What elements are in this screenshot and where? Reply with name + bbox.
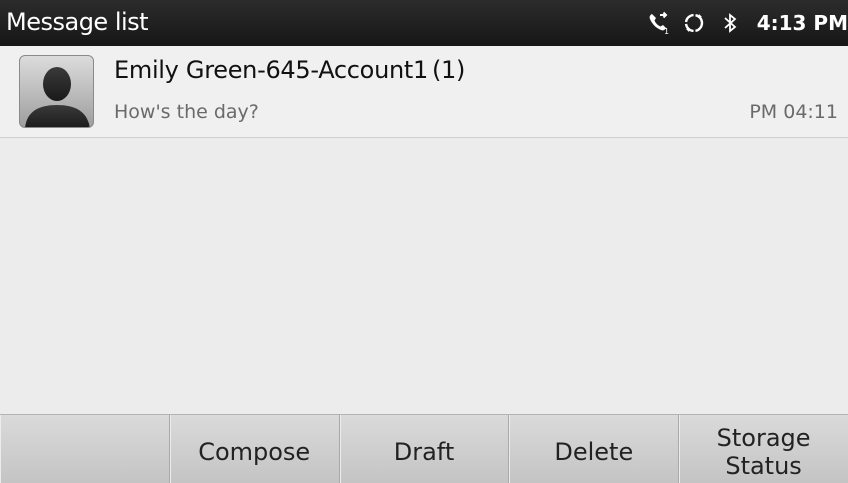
clock: 4:13 PM [756, 11, 848, 35]
message-list: Emily Green-645-Account1 (1) How's the da… [0, 46, 848, 414]
svg-text:1: 1 [664, 27, 669, 35]
bluetooth-icon [717, 10, 743, 36]
sync-icon [681, 10, 707, 36]
softkey-bar: Compose Draft Delete Storage Status [0, 414, 848, 483]
draft-button[interactable]: Draft [340, 415, 510, 483]
message-time: PM 04:11 [749, 101, 838, 123]
avatar [19, 55, 94, 128]
sender-name: Emily Green-645-Account1 [114, 56, 428, 84]
status-icons: 1 4:13 PM [645, 0, 848, 46]
storage-status-label: Storage Status [716, 424, 811, 480]
message-sender: Emily Green-645-Account1 (1) [114, 56, 465, 84]
unread-count: (1) [431, 56, 466, 84]
list-item[interactable]: Emily Green-645-Account1 (1) How's the da… [0, 46, 848, 138]
status-bar: Message list 1 4:13 PM [0, 0, 848, 46]
softkey-empty[interactable] [0, 415, 170, 483]
compose-button[interactable]: Compose [170, 415, 340, 483]
delete-button[interactable]: Delete [509, 415, 680, 483]
storage-status-button[interactable]: Storage Status [679, 415, 848, 483]
message-preview: How's the day? [114, 101, 259, 123]
page-title: Message list [6, 8, 149, 36]
call-forward-icon: 1 [645, 10, 671, 36]
